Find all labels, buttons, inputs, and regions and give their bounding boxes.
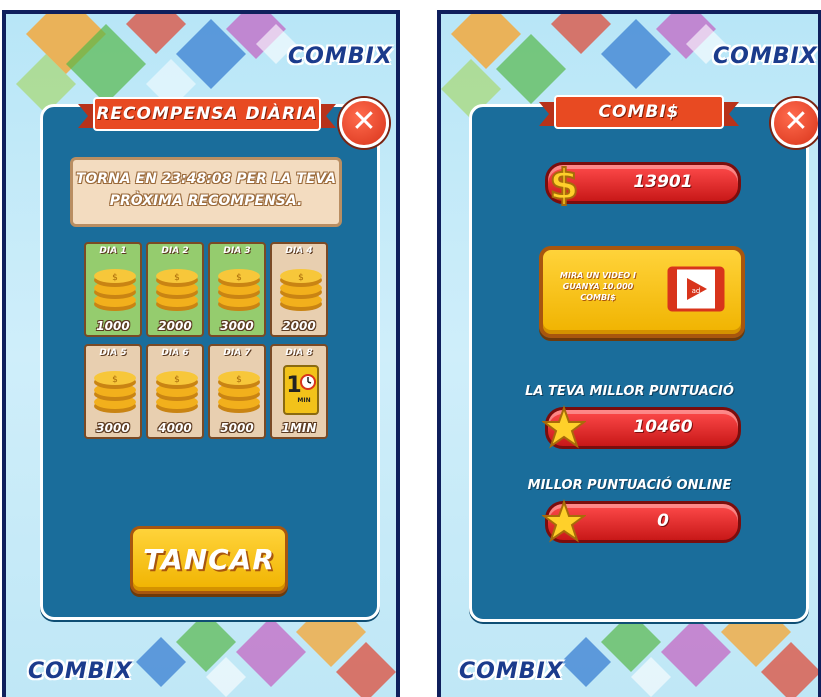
ad-text-line1: MIRA UN VIDEO I <box>560 271 636 280</box>
reward-day-amount: 4000 <box>158 421 192 435</box>
coin-stack-icon: $ <box>218 269 260 311</box>
reward-day-label: DIA 5 <box>99 348 127 358</box>
video-ad-icon: ad <box>667 266 725 312</box>
dollar-icon: $ <box>548 159 579 207</box>
reward-day-amount: 3000 <box>220 319 254 333</box>
reward-day-label: DIA 7 <box>223 348 251 358</box>
close-button[interactable]: ✕ <box>339 98 389 148</box>
coin-stack-icon: $ <box>94 371 136 413</box>
reward-day-tile: DIA 3 $ 3000 <box>208 242 266 337</box>
coin-stack-icon: $ <box>218 371 260 413</box>
minute-number: 1 <box>286 373 301 398</box>
svg-text:$: $ <box>298 273 304 283</box>
coins-balance-bar: $ 13901 <box>545 159 741 207</box>
reward-day-tile: DIA 7 $ 5000 <box>208 344 266 439</box>
online-score-label: MILLOR PUNTUACIÓ ONLINE <box>527 478 732 493</box>
combix-logo-bottom: COMBIX <box>28 659 133 684</box>
svg-text:$: $ <box>174 375 180 385</box>
best-score-value: 10460 <box>633 417 693 437</box>
reward-day-label: DIA 6 <box>161 348 189 358</box>
reward-day-tile: DIA 5 $ 3000 <box>84 344 142 439</box>
svg-text:$: $ <box>236 273 242 283</box>
reward-day-amount: 2000 <box>158 319 192 333</box>
coin-stack-icon: $ <box>156 371 198 413</box>
reward-day-tile: DIA 4 $ 2000 <box>270 242 328 337</box>
coin-stack-icon: $ <box>94 269 136 311</box>
star-icon <box>542 405 586 449</box>
reward-day-amount: 3000 <box>96 421 130 435</box>
svg-text:$: $ <box>112 375 118 385</box>
reward-day-tile: DIA 8 1 MIN 1MIN <box>270 344 328 439</box>
daily-reward-title-ribbon: RECOMPENSA DIÀRIA <box>78 96 336 134</box>
reward-day-label: DIA 8 <box>285 348 313 358</box>
next-reward-message: TORNA EN 23:48:08 PER LA TEVA PRÒXIMA RE… <box>70 157 342 227</box>
daily-reward-screen: COMBIX COMBIX RECOMPENSA DIÀRIA ✕ TORNA … <box>2 10 400 697</box>
combix-logo: COMBIX <box>288 44 393 69</box>
one-minute-clock-icon: 1 MIN <box>283 365 319 415</box>
star-icon <box>542 499 586 543</box>
combis-screen: COMBIX COMBIX COMBI$ ✕ $ 13901 MIRA UN V… <box>437 10 821 697</box>
next-reward-message-line2: PRÒXIMA RECOMPENSA. <box>109 193 303 209</box>
coins-balance-value: 13901 <box>633 172 693 192</box>
reward-day-label: DIA 3 <box>223 246 251 256</box>
reward-day-amount: 1MIN <box>281 421 317 435</box>
ad-text-line2: GUANYA 10.000 <box>562 282 634 291</box>
svg-text:$: $ <box>112 273 118 283</box>
coin-stack-icon: $ <box>156 269 198 311</box>
combis-title: COMBI$ <box>598 102 680 122</box>
combis-title-ribbon: COMBI$ <box>539 94 739 132</box>
watch-video-ad-button[interactable]: MIRA UN VIDEO I GUANYA 10.000 COMBI$ ad <box>539 246 745 338</box>
best-score-bar: 10460 <box>542 405 741 449</box>
online-score-value: 0 <box>657 511 669 531</box>
reward-day-label: DIA 2 <box>161 246 189 256</box>
tancar-button[interactable]: TANCAR <box>130 526 288 594</box>
reward-day-tile: DIA 6 $ 4000 <box>146 344 204 439</box>
next-reward-message-line1: TORNA EN 23:48:08 PER LA TEVA <box>75 171 337 187</box>
combix-logo-bottom: COMBIX <box>459 659 564 684</box>
reward-day-tile: DIA 2 $ 2000 <box>146 242 204 337</box>
watch-video-ad-text: MIRA UN VIDEO I GUANYA 10.000 COMBI$ <box>553 270 643 303</box>
svg-text:$: $ <box>174 273 180 283</box>
minute-label: MIN <box>297 397 310 404</box>
tancar-button-label: TANCAR <box>143 543 275 576</box>
daily-reward-title: RECOMPENSA DIÀRIA <box>96 104 318 124</box>
reward-days-grid: DIA 1 $ 1000 DIA 2 $ 2000 DIA 3 $ 3000 D… <box>84 242 328 442</box>
svg-text:$: $ <box>549 160 578 207</box>
svg-text:$: $ <box>236 375 242 385</box>
reward-day-amount: 1000 <box>96 319 130 333</box>
reward-day-amount: 5000 <box>220 421 254 435</box>
online-score-bar: 0 <box>542 499 741 543</box>
close-x-icon: ✕ <box>783 104 809 139</box>
close-x-icon: ✕ <box>351 104 377 139</box>
ad-text-line3: COMBI$ <box>580 293 616 302</box>
best-score-label: LA TEVA MILLOR PUNTUACIÓ <box>525 384 734 399</box>
close-button[interactable]: ✕ <box>771 98 818 148</box>
reward-day-tile: DIA 1 $ 1000 <box>84 242 142 337</box>
reward-day-label: DIA 4 <box>285 246 313 256</box>
ad-label: ad <box>692 287 701 295</box>
coin-stack-icon: $ <box>280 269 322 311</box>
reward-day-amount: 2000 <box>282 319 316 333</box>
reward-day-label: DIA 1 <box>99 246 127 256</box>
combix-logo: COMBIX <box>713 44 818 69</box>
